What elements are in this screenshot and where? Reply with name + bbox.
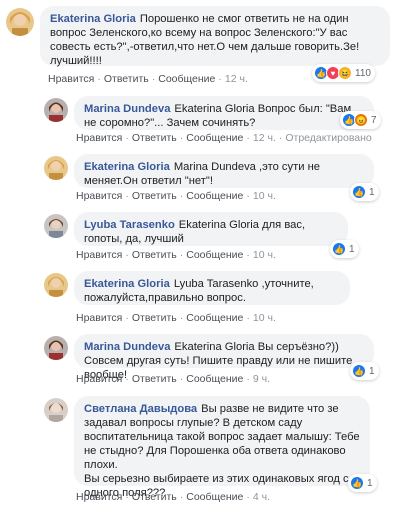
comment: Ekaterina Gloria Порошенко не смог ответи…	[6, 6, 390, 67]
like-icon: 👍	[332, 242, 346, 256]
like-link[interactable]: Нравится	[76, 312, 122, 324]
reply-link[interactable]: Ответить	[132, 373, 177, 385]
comment-time[interactable]: 9 ч.	[253, 373, 270, 385]
reaction-summary[interactable]: 👍 😠 7	[340, 111, 381, 129]
message-link[interactable]: Сообщение	[186, 312, 243, 324]
comment-bubble: Ekaterina Gloria Порошенко не смог ответи…	[40, 6, 390, 67]
message-link[interactable]: Сообщение	[186, 249, 243, 261]
reaction-count: 1	[369, 365, 375, 377]
comment-bubble: Ekaterina Gloria Lyuba Tarasenko ,уточнит…	[74, 271, 350, 305]
like-icon: 👍	[352, 364, 366, 378]
comment-reply: Ekaterina Gloria Lyuba Tarasenko ,уточнит…	[44, 271, 350, 305]
reply-link[interactable]: Ответить	[132, 312, 177, 324]
avatar[interactable]	[6, 8, 34, 36]
reaction-summary[interactable]: 👍 1	[350, 362, 379, 380]
comment-actions: Нравится · Ответить · Сообщение · 10 ч.	[76, 249, 276, 261]
reaction-summary[interactable]: 👍 ♥ 😆 110	[312, 64, 375, 82]
like-link[interactable]: Нравится	[76, 373, 122, 385]
comment-time[interactable]: 10 ч.	[253, 249, 276, 261]
avatar[interactable]	[44, 398, 68, 422]
reply-link[interactable]: Ответить	[132, 491, 177, 503]
reaction-count: 1	[367, 477, 373, 489]
message-link[interactable]: Сообщение	[186, 190, 243, 202]
reaction-summary[interactable]: 👍 1	[350, 183, 379, 201]
reply-link[interactable]: Ответить	[132, 132, 177, 144]
reply-link[interactable]: Ответить	[132, 190, 177, 202]
edited-label[interactable]: Отредактировано	[285, 132, 371, 144]
comment-author[interactable]: Светлана Давыдова	[84, 403, 197, 415]
comment-time[interactable]: 12 ч.	[225, 73, 248, 85]
comment-author[interactable]: Marina Dundeva	[84, 103, 170, 115]
reaction-count: 1	[369, 186, 375, 198]
like-icon: 👍	[350, 476, 364, 490]
comment-time[interactable]: 10 ч.	[253, 312, 276, 324]
comment-bubble: Marina Dundeva Ekaterina Gloria Вопрос бы…	[74, 96, 374, 130]
reaction-count: 1	[349, 243, 355, 255]
comment-reply: Светлана Давыдова Вы разве не видите что …	[44, 396, 370, 499]
like-link[interactable]: Нравится	[76, 249, 122, 261]
avatar[interactable]	[44, 156, 68, 180]
comment-text: Вы разве не видите что зе задавал вопрос…	[84, 403, 360, 499]
comment-author[interactable]: Ekaterina Gloria	[84, 278, 170, 290]
comment-reply: Marina Dundeva Ekaterina Gloria Вы серъёз…	[44, 334, 374, 381]
angry-icon: 😠	[354, 113, 368, 127]
message-link[interactable]: Сообщение	[158, 73, 215, 85]
avatar[interactable]	[44, 273, 68, 297]
like-link[interactable]: Нравится	[76, 132, 122, 144]
reaction-summary[interactable]: 👍 1	[348, 474, 377, 492]
comment-actions: Нравится · Ответить · Сообщение · 9 ч.	[76, 373, 271, 385]
avatar[interactable]	[44, 336, 68, 360]
comment-time[interactable]: 12 ч.	[253, 132, 276, 144]
message-link[interactable]: Сообщение	[186, 373, 243, 385]
like-icon: 👍	[352, 185, 366, 199]
comment-author[interactable]: Marina Dundeva	[84, 341, 170, 353]
comment-reply: Ekaterina Gloria Marina Dundeva ,это сути…	[44, 154, 374, 188]
comment-author[interactable]: Lyuba Tarasenko	[84, 219, 175, 231]
comment-actions: Нравится · Ответить · Сообщение · 4 ч.	[76, 491, 271, 503]
reaction-count: 110	[355, 67, 371, 79]
comment-bubble: Marina Dundeva Ekaterina Gloria Вы серъёз…	[74, 334, 374, 381]
avatar[interactable]	[44, 98, 68, 122]
message-link[interactable]: Сообщение	[186, 132, 243, 144]
comment-reply: Lyuba Tarasenko Ekaterina Gloria для вас,…	[44, 212, 348, 246]
comment-bubble: Ekaterina Gloria Marina Dundeva ,это сути…	[74, 154, 374, 188]
comment-time[interactable]: 4 ч.	[253, 491, 270, 503]
comment-actions: Нравится · Ответить · Сообщение · 12 ч.	[48, 73, 248, 85]
reply-link[interactable]: Ответить	[104, 73, 149, 85]
avatar[interactable]	[44, 214, 68, 238]
comment-actions: Нравится · Ответить · Сообщение · 10 ч.	[76, 312, 276, 324]
comment-reply: Marina Dundeva Ekaterina Gloria Вопрос бы…	[44, 96, 374, 130]
comment-bubble: Светлана Давыдова Вы разве не видите что …	[74, 396, 370, 499]
like-link[interactable]: Нравится	[76, 491, 122, 503]
reply-link[interactable]: Ответить	[132, 249, 177, 261]
comment-author[interactable]: Ekaterina Gloria	[84, 161, 170, 173]
comment-author[interactable]: Ekaterina Gloria	[50, 13, 136, 25]
reaction-count: 7	[371, 114, 377, 126]
message-link[interactable]: Сообщение	[186, 491, 243, 503]
comment-bubble: Lyuba Tarasenko Ekaterina Gloria для вас,…	[74, 212, 348, 246]
like-link[interactable]: Нравится	[76, 190, 122, 202]
haha-icon: 😆	[338, 66, 352, 80]
reaction-summary[interactable]: 👍 1	[330, 240, 359, 258]
comment-actions: Нравится · Ответить · Сообщение · 10 ч.	[76, 190, 276, 202]
like-link[interactable]: Нравится	[48, 73, 94, 85]
comment-time[interactable]: 10 ч.	[253, 190, 276, 202]
comment-actions: Нравится · Ответить · Сообщение · 12 ч. · Отреда…	[76, 132, 372, 144]
